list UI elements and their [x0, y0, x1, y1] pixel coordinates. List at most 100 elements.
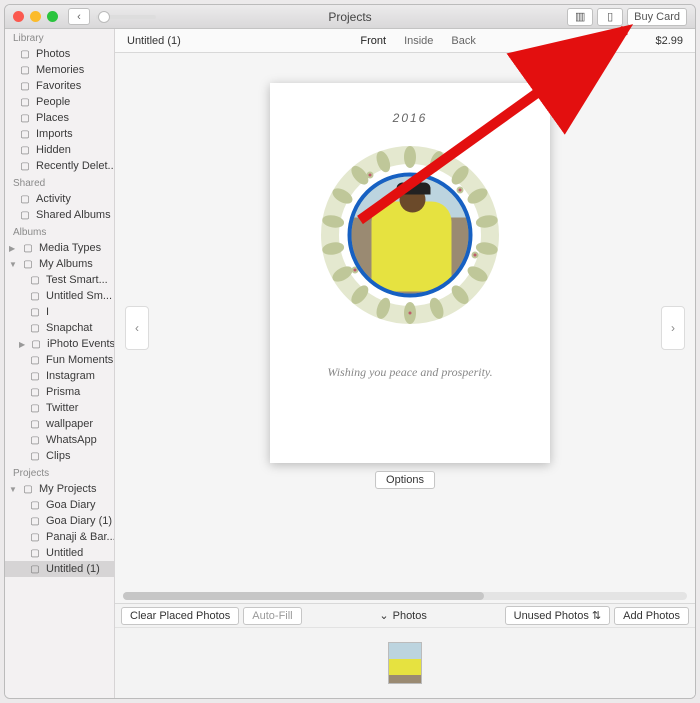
sidebar-item[interactable]: ▼▢My Albums	[5, 256, 114, 272]
sidebar-item[interactable]: ▢ Imports	[5, 126, 114, 142]
scrollbar-thumb[interactable]	[123, 592, 484, 600]
sidebar-item[interactable]: ▢ Twitter	[5, 400, 114, 416]
zoom-slider[interactable]	[96, 15, 156, 19]
sidebar-item[interactable]: ▢ Hidden	[5, 142, 114, 158]
tray-strip[interactable]	[115, 628, 695, 698]
disclosure-open-icon[interactable]: ▼	[9, 260, 17, 269]
unused-photos-select[interactable]: Unused Photos ⇅	[505, 606, 611, 625]
sidebar-item[interactable]: ▢Memories	[5, 62, 114, 78]
sidebar-item[interactable]: ▶ ▢ Media Types	[5, 240, 114, 256]
next-page-button[interactable]: ›	[661, 306, 685, 350]
sidebar-item[interactable]: ▢Panaji & Bar...	[5, 529, 114, 545]
card-canvas: ‹ › 2016	[115, 53, 695, 603]
auto-fill-button[interactable]: Auto-Fill	[243, 607, 301, 625]
sidebar-item-label: I	[46, 306, 49, 318]
back-button[interactable]: ‹	[68, 8, 90, 25]
sidebar-item[interactable]: ▢ Activity	[5, 191, 114, 207]
sidebar-item-label: iPhoto Events	[47, 338, 114, 350]
add-photos-button[interactable]: Add Photos	[614, 607, 689, 625]
sidebar-item[interactable]: ▢Shared Albums	[5, 207, 114, 223]
prev-page-button[interactable]: ‹	[125, 306, 149, 350]
book-icon: ▢	[29, 531, 41, 543]
sidebar-item[interactable]: ▢Prisma	[5, 384, 114, 400]
sidebar-item[interactable]: ▢Favorites	[5, 78, 114, 94]
sidebar-item[interactable]: ▢Untitled Sm...	[5, 288, 114, 304]
photo-thumbnail[interactable]	[388, 642, 422, 684]
buy-card-button[interactable]: Buy Card	[627, 8, 687, 26]
sidebar-header: Projects	[5, 464, 114, 481]
sidebar-item-label: Imports	[36, 128, 73, 140]
sidebar-item-label: Prisma	[46, 386, 80, 398]
sidebar-item[interactable]: ▢ Untitled	[5, 545, 114, 561]
titlebar: ‹ Projects ▥ ▯ Buy Card	[5, 5, 695, 29]
folder-icon: ▢	[30, 338, 42, 350]
close-window-button[interactable]	[13, 11, 24, 22]
sidebar-item[interactable]: ▢Clips	[5, 448, 114, 464]
disclosure-closed-icon[interactable]: ▶	[9, 244, 17, 253]
heart-icon: ▢	[19, 80, 31, 92]
pin-icon: ▢	[19, 112, 31, 124]
sidebar-item[interactable]: ▢Photos	[5, 46, 114, 62]
sidebar-item-label: Test Smart...	[46, 274, 108, 286]
chevron-left-icon: ‹	[77, 11, 81, 23]
sidebar-item[interactable]: ▢WhatsApp	[5, 432, 114, 448]
smart-album-icon: ▢	[29, 274, 41, 286]
sidebar-item-label: People	[36, 96, 70, 108]
sidebar-item-label: Untitled	[46, 547, 83, 559]
layout-view-button[interactable]: ▥	[567, 8, 593, 26]
sidebar-item[interactable]: ▢Fun Moments	[5, 352, 114, 368]
card-photo[interactable]	[348, 173, 473, 298]
device-preview-button[interactable]: ▯	[597, 8, 623, 26]
sidebar-item[interactable]: ▢ Places	[5, 110, 114, 126]
sidebar-item[interactable]: ▢Untitled (1)	[5, 561, 114, 577]
disclosure-closed-icon[interactable]: ▶	[19, 340, 25, 349]
sidebar-item[interactable]: ▢wallpaper	[5, 416, 114, 432]
sidebar-item[interactable]: ▢Recently Delet...	[5, 158, 114, 174]
people-icon: ▢	[19, 96, 31, 108]
sidebar-item-label: Goa Diary	[46, 499, 96, 511]
sidebar-item-label: Places	[36, 112, 69, 124]
sidebar-item-label: Instagram	[46, 370, 95, 382]
sidebar-item-label: Hidden	[36, 144, 71, 156]
book-icon: ▢	[29, 547, 41, 559]
tray-section-toggle[interactable]: ⌄Photos	[379, 609, 426, 622]
sidebar-item-label: WhatsApp	[46, 434, 97, 446]
sidebar-item[interactable]: ▢Instagram	[5, 368, 114, 384]
sidebar-item-label: Activity	[36, 193, 71, 205]
card-message[interactable]: Wishing you peace and prosperity.	[327, 365, 492, 380]
window-title: Projects	[328, 10, 371, 24]
sidebar-item[interactable]: ▢Goa Diary (1)	[5, 513, 114, 529]
hidden-icon: ▢	[19, 144, 31, 156]
disclosure-open-icon[interactable]: ▼	[9, 485, 17, 494]
sidebar-item[interactable]: ▢ People	[5, 94, 114, 110]
sidebar-item[interactable]: ▢Goa Diary	[5, 497, 114, 513]
media-icon: ▢	[22, 242, 34, 254]
cloud-icon: ▢	[19, 193, 31, 205]
app-window: ‹ Projects ▥ ▯ Buy Card Library▢Photos▢M…	[4, 4, 696, 699]
chevron-left-icon: ‹	[135, 321, 139, 335]
sidebar-item-label: Photos	[36, 48, 70, 60]
tab-inside[interactable]: Inside	[404, 35, 433, 47]
options-button[interactable]: Options	[375, 471, 435, 489]
book-icon: ▢	[29, 563, 41, 575]
card-front[interactable]: 2016	[270, 83, 550, 463]
clear-placed-button[interactable]: Clear Placed Photos	[121, 607, 239, 625]
album-icon: ▢	[29, 402, 41, 414]
tab-front[interactable]: Front	[360, 35, 386, 47]
import-icon: ▢	[19, 128, 31, 140]
horizontal-scrollbar[interactable]	[123, 592, 687, 600]
sidebar-item[interactable]: ▶ ▢ iPhoto Events	[5, 336, 114, 352]
wreath-graphic	[310, 135, 510, 335]
project-subbar: Untitled (1) Front Inside Back $2.99	[115, 29, 695, 53]
zoom-window-button[interactable]	[47, 11, 58, 22]
minimize-window-button[interactable]	[30, 11, 41, 22]
tab-back[interactable]: Back	[451, 35, 475, 47]
window-controls	[13, 11, 58, 22]
sidebar[interactable]: Library▢Photos▢Memories▢Favorites▢People…	[5, 29, 115, 698]
sidebar-item-label: Media Types	[39, 242, 101, 254]
sidebar-item-label: Twitter	[46, 402, 78, 414]
sidebar-item[interactable]: ▢I	[5, 304, 114, 320]
sidebar-item[interactable]: ▼▢My Projects	[5, 481, 114, 497]
sidebar-item[interactable]: ▢ Test Smart...	[5, 272, 114, 288]
sidebar-item[interactable]: ▢Snapchat	[5, 320, 114, 336]
